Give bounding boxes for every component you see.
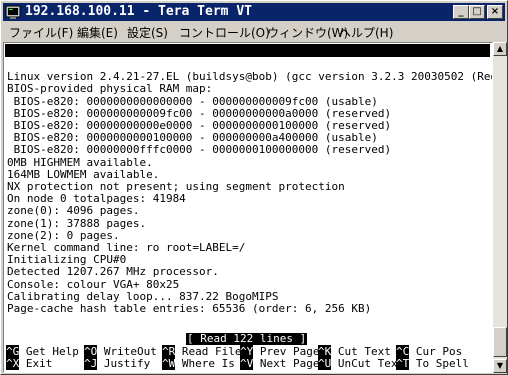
text-line: BIOS-e820: 00000000000e0000 - 0000000000…	[7, 119, 392, 132]
shortcut-item: ^X Exit	[6, 357, 53, 370]
text-line: Console: colour VGA+ 80x25	[7, 277, 180, 291]
text-line: Page-cache hash table entries: 65536 (or…	[7, 302, 372, 315]
text-line: BIOS-e820: 000000000009fc00 - 0000000000…	[7, 106, 392, 120]
text-line: zone(0): 4096 pages.	[7, 204, 140, 218]
text-line: On node 0 totalpages: 41984	[7, 192, 186, 206]
minimize-button[interactable]: _	[453, 5, 469, 19]
nano-version: GNU nano 1.3.12	[21, 57, 121, 70]
shortcut-item: ^T To Spell	[396, 357, 469, 370]
shortcut-label: Justify	[103, 357, 151, 370]
shortcut-item: ^W Where Is	[162, 357, 235, 370]
shortcut-label: To Spell	[415, 357, 469, 370]
text-line: Linux version 2.4.21-27.EL (buildsys@bob…	[7, 70, 493, 84]
menu-setup[interactable]: 設定(S)	[127, 24, 168, 41]
text-line: BIOS-e820: 0000000000100000 - 000000000a…	[7, 131, 378, 145]
text-line: NX protection not present; using segment…	[7, 180, 345, 193]
shortcut-key: ^W	[162, 357, 176, 370]
text-line: Detected 1207.267 MHz processor.	[7, 265, 219, 279]
text-line: zone(1): 37888 pages.	[7, 216, 147, 230]
window-title: 192.168.100.11 - Tera Term VT	[25, 4, 252, 19]
text-line: 164MB LOWMEM available.	[7, 167, 160, 181]
menu-window[interactable]: ウィンドウ(W)	[267, 24, 348, 41]
text-line: Kernel command line: ro root=LABEL=/	[7, 241, 246, 254]
close-button[interactable]: ×	[487, 5, 503, 19]
text-line: zone(2): 0 pages.	[7, 228, 120, 242]
shortcut-key: ^X	[6, 357, 20, 370]
shortcut-item: ^V Next Page	[240, 357, 320, 370]
shortcut-label: Where Is	[181, 357, 235, 370]
status-message: [ Read 122 lines ]	[186, 332, 308, 345]
text-line: Calibrating delay loop... 837.22 BogoMIP…	[7, 289, 279, 303]
menu-bar: ファイル(F) 編集(E) 設定(S) コントロール(O) ウィンドウ(W) ヘ…	[3, 22, 505, 41]
shortcut-key: ^V	[240, 357, 254, 370]
shortcut-label: Next Page	[259, 357, 320, 370]
scroll-thumb[interactable]	[493, 327, 507, 357]
menu-file[interactable]: ファイル(F)	[9, 24, 73, 41]
nano-header: GNU nano 1.3.12 File: /var/log/dmesg	[5, 44, 490, 83]
shortcut-item: ^U UnCut Text	[318, 357, 405, 370]
terminal-screen[interactable]: GNU nano 1.3.12 File: /var/log/dmesg Lin…	[3, 42, 493, 373]
scroll-down-button[interactable]: ▼	[493, 359, 507, 373]
tera-term-icon	[5, 5, 21, 19]
terminal-window: 192.168.100.11 - Tera Term VT _ □ × ファイル…	[0, 0, 508, 375]
text-line: BIOS-e820: 0000000000000000 - 0000000000…	[7, 94, 378, 108]
menu-control[interactable]: コントロール(O)	[179, 24, 270, 41]
text-line: 0MB HIGHMEM available.	[7, 155, 153, 169]
menu-edit[interactable]: 編集(E)	[77, 24, 118, 41]
text-line: BIOS-e820: 00000000fffc0000 - 0000000100…	[7, 143, 392, 157]
shortcut-label: Exit	[25, 357, 53, 370]
text-line: BIOS-provided physical RAM map:	[7, 82, 213, 96]
shortcut-label: UnCut Text	[337, 357, 405, 370]
shortcut-key: ^T	[396, 357, 410, 370]
text-line: Initializing CPU#0	[7, 253, 127, 267]
shortcut-item: ^J Justify	[84, 357, 151, 370]
maximize-button[interactable]: □	[469, 5, 485, 19]
shortcut-key: ^J	[84, 357, 98, 370]
shortcut-key: ^U	[318, 357, 332, 370]
menu-help[interactable]: ヘルプ(H)	[339, 24, 393, 41]
scroll-up-button[interactable]: ▲	[493, 42, 507, 56]
vertical-scrollbar[interactable]: ▲ ▼	[493, 42, 507, 373]
title-bar[interactable]: 192.168.100.11 - Tera Term VT _ □ ×	[3, 3, 505, 21]
